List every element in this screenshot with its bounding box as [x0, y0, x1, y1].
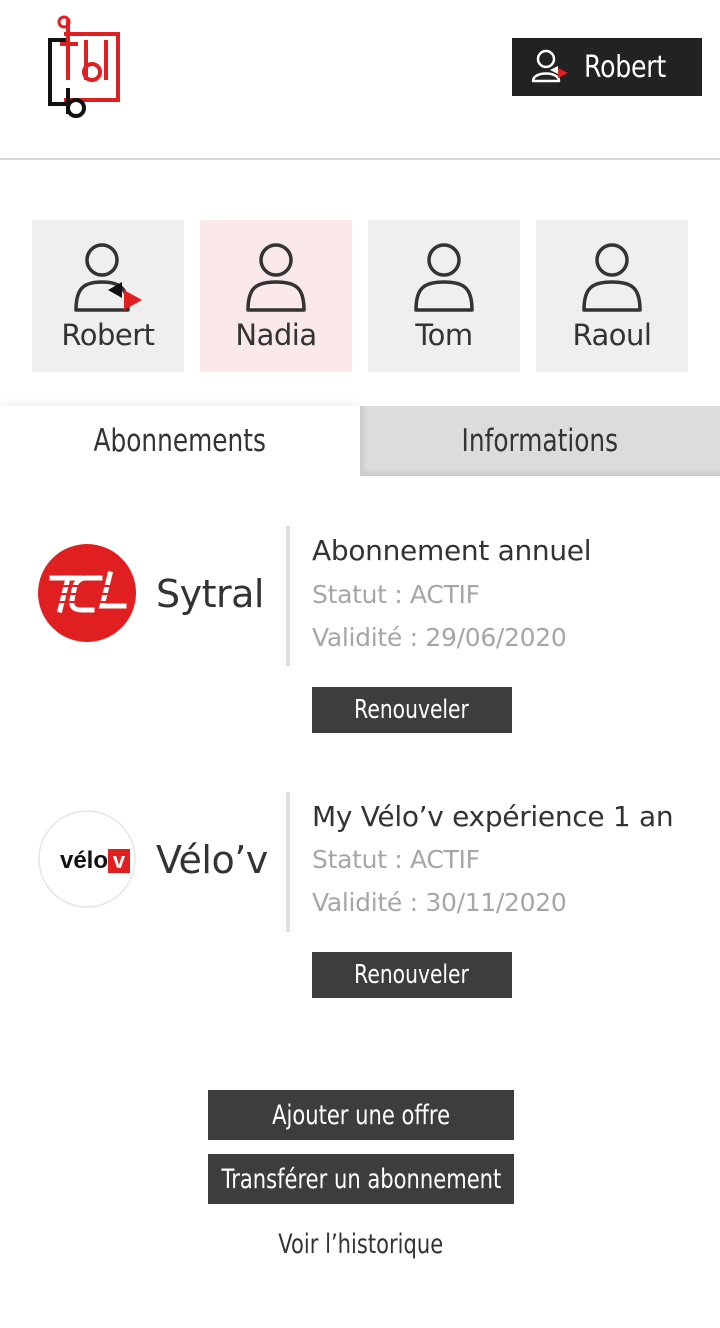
subscription-validity: Validité : 30/11/2020 [312, 888, 567, 917]
tcl-logo-icon [38, 544, 136, 642]
transfer-label: Transférer un abonnement [221, 1163, 501, 1195]
transfer-subscription-button[interactable]: Transférer un abonnement [208, 1154, 514, 1204]
view-history-label: Voir l’historique [278, 1228, 444, 1260]
renew-button[interactable]: Renouveler [312, 687, 512, 733]
tab-label: Informations [461, 423, 619, 459]
profile-tile-tom[interactable]: Tom [368, 220, 520, 372]
user-icon [582, 243, 642, 312]
subscription-status: Statut : ACTIF [312, 580, 480, 609]
svg-text:v: v [113, 848, 126, 873]
add-offer-label: Ajouter une offre [272, 1099, 450, 1131]
profile-name: Raoul [572, 318, 652, 352]
user-icon [246, 243, 306, 312]
subscription-validity: Validité : 29/06/2020 [312, 623, 567, 652]
add-offer-button[interactable]: Ajouter une offre [208, 1090, 514, 1140]
svg-text:vélo: vélo [60, 847, 108, 874]
tab-label: Abonnements [93, 423, 267, 459]
profile-tile-nadia[interactable]: Nadia [200, 220, 352, 372]
renew-button[interactable]: Renouveler [312, 952, 512, 998]
divider [286, 526, 290, 666]
tbl-logo-icon[interactable] [44, 14, 124, 122]
subscription-title: Abonnement annuel [312, 534, 592, 567]
brand-name: Sytral [156, 572, 264, 616]
user-switch-icon [74, 243, 142, 312]
app-header: Robert [0, 0, 720, 160]
subscription-card-sytral: Sytral Abonnement annuel Statut : ACTIF … [0, 520, 720, 750]
brand-name: Vélo’v [156, 838, 268, 882]
velov-logo-icon: vélo v [38, 810, 136, 908]
subscription-title: My Vélo’v expérience 1 an [312, 800, 674, 833]
tab-abonnements[interactable]: Abonnements [0, 406, 360, 476]
tab-informations[interactable]: Informations [360, 406, 720, 476]
profile-tile-raoul[interactable]: Raoul [536, 220, 688, 372]
profile-name: Robert [61, 318, 155, 352]
subscription-status: Statut : ACTIF [312, 845, 480, 874]
renew-button-label: Renouveler [354, 960, 470, 990]
current-user-button[interactable]: Robert [512, 38, 702, 96]
profile-name: Tom [415, 318, 473, 352]
subscription-card-velov: vélo v Vélo’v My Vélo’v expérience 1 an … [0, 786, 720, 1016]
view-history-link[interactable]: Voir l’historique [208, 1222, 514, 1266]
profile-name: Nadia [235, 318, 317, 352]
renew-button-label: Renouveler [354, 695, 470, 725]
profile-tile-robert[interactable]: Robert [32, 220, 184, 372]
user-switch-icon [531, 49, 568, 83]
user-icon [414, 243, 474, 312]
divider [286, 792, 290, 932]
current-user-name: Robert [584, 50, 667, 85]
